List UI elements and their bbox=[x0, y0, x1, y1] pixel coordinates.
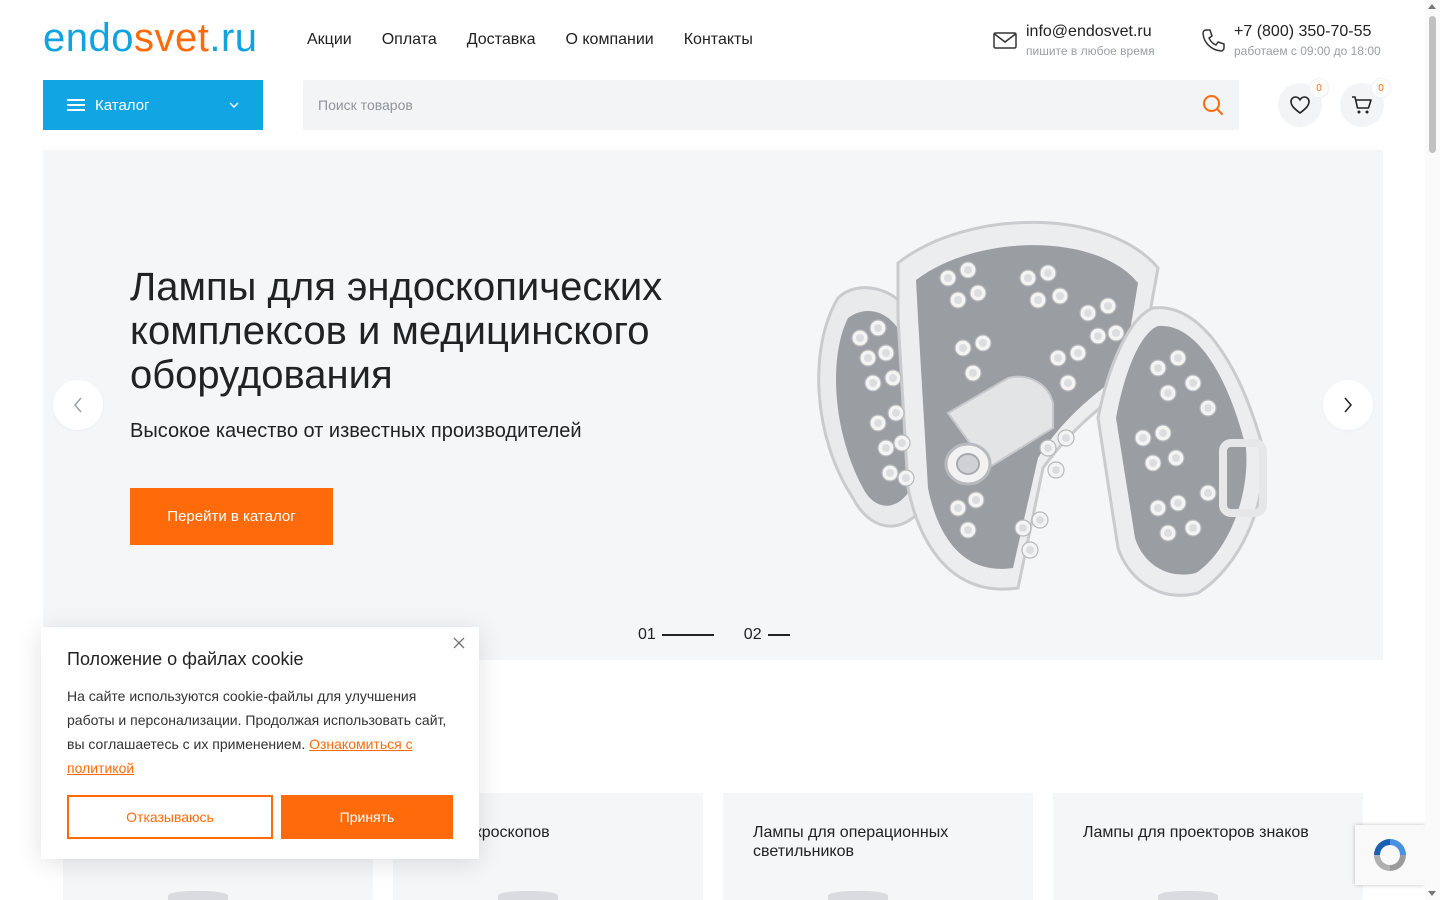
close-icon[interactable] bbox=[453, 637, 465, 649]
surgical-lamp-image bbox=[817, 220, 1267, 597]
heart-icon bbox=[1290, 96, 1310, 115]
scroll-down-arrow[interactable] bbox=[1428, 891, 1436, 896]
category-card-surgical-lamps[interactable]: Лампы для операционных светильников bbox=[723, 793, 1033, 900]
category-title: Лампы для проекторов знаков bbox=[1083, 824, 1309, 841]
phone-icon bbox=[1202, 29, 1225, 52]
chevron-left-icon bbox=[74, 397, 82, 413]
catalog-label: Каталог bbox=[95, 96, 150, 114]
email-address[interactable]: info@endosvet.ru bbox=[1026, 22, 1155, 42]
category-title: Лампы для операционных светильников bbox=[753, 824, 949, 860]
search-input[interactable] bbox=[303, 80, 1183, 130]
hero-subtitle: Высокое качество от известных производит… bbox=[130, 420, 582, 442]
slide-progress-line-2 bbox=[767, 634, 790, 636]
nav-link-contacts[interactable]: Контакты bbox=[684, 30, 753, 50]
phone-hours: работаем с 09:00 до 18:00 bbox=[1234, 44, 1381, 58]
category-image bbox=[168, 891, 228, 900]
page-scrollbar[interactable] bbox=[1425, 0, 1440, 900]
email-contact[interactable]: info@endosvet.ru пишите в любое время bbox=[992, 22, 1155, 59]
scrollbar-thumb[interactable] bbox=[1429, 16, 1436, 153]
slider-prev-button[interactable] bbox=[53, 380, 103, 430]
favorites-count-badge: 0 bbox=[1310, 79, 1328, 97]
cookie-text: На сайте используются cookie-файлы для у… bbox=[67, 684, 447, 780]
hero-title: Лампы для эндоскопических комплексов и м… bbox=[130, 265, 663, 397]
chevron-down-icon bbox=[229, 102, 239, 108]
slide-number-1: 01 bbox=[638, 626, 656, 643]
phone-number[interactable]: +7 (800) 350-70-55 bbox=[1234, 22, 1381, 42]
nav-link-delivery[interactable]: Доставка bbox=[467, 30, 536, 50]
slider-next-button[interactable] bbox=[1323, 380, 1373, 430]
logo-part-endo: endo bbox=[43, 16, 134, 60]
slide-number-2: 02 bbox=[743, 626, 762, 643]
menu-icon bbox=[67, 99, 85, 111]
cart-button[interactable]: 0 bbox=[1340, 79, 1390, 127]
cart-count-badge: 0 bbox=[1372, 79, 1390, 97]
cookie-title: Положение о файлах cookie bbox=[67, 649, 304, 669]
category-image bbox=[498, 891, 558, 900]
hero-slider: Лампы для эндоскопических комплексов и м… bbox=[43, 150, 1383, 660]
slide-indicator-2[interactable]: 02 bbox=[744, 626, 790, 644]
category-image bbox=[828, 891, 888, 900]
envelope-icon bbox=[993, 32, 1017, 49]
site-logo[interactable]: endosvet.ru bbox=[43, 14, 258, 62]
nav-link-about[interactable]: О компании bbox=[565, 30, 653, 50]
search-bar bbox=[303, 80, 1239, 130]
cookie-decline-button[interactable]: Отказываюсь bbox=[67, 795, 273, 839]
nav-link-payment[interactable]: Оплата bbox=[382, 30, 437, 50]
slider-pagination: 01 02 bbox=[638, 626, 790, 644]
go-to-catalog-button[interactable]: Перейти в каталог bbox=[130, 488, 333, 545]
favorites-button[interactable]: 0 bbox=[1278, 79, 1328, 127]
category-image bbox=[1158, 891, 1218, 900]
category-card-projector-lamps[interactable]: Лампы для проекторов знаков bbox=[1053, 793, 1363, 900]
phone-contact[interactable]: +7 (800) 350-70-55 работаем с 09:00 до 1… bbox=[1200, 22, 1381, 59]
recaptcha-icon bbox=[1374, 839, 1406, 871]
search-icon[interactable] bbox=[1201, 93, 1225, 117]
cookie-consent-dialog: Положение о файлах cookie На сайте испол… bbox=[41, 627, 479, 859]
cart-icon bbox=[1352, 96, 1372, 114]
top-navigation: Акции Оплата Доставка О компании Контакт… bbox=[307, 30, 753, 50]
logo-part-ru: .ru bbox=[209, 16, 258, 60]
email-note: пишите в любое время bbox=[1026, 44, 1155, 58]
cookie-accept-button[interactable]: Принять bbox=[281, 795, 453, 839]
recaptcha-badge[interactable] bbox=[1355, 825, 1425, 885]
chevron-right-icon bbox=[1344, 397, 1352, 413]
logo-part-svet: svet bbox=[133, 16, 210, 60]
scroll-up-arrow[interactable] bbox=[1428, 4, 1436, 9]
catalog-button[interactable]: Каталог bbox=[43, 80, 263, 130]
slide-indicator-1[interactable]: 01 bbox=[638, 626, 714, 644]
nav-link-promotions[interactable]: Акции bbox=[307, 30, 352, 50]
slide-progress-line-1 bbox=[661, 634, 714, 636]
